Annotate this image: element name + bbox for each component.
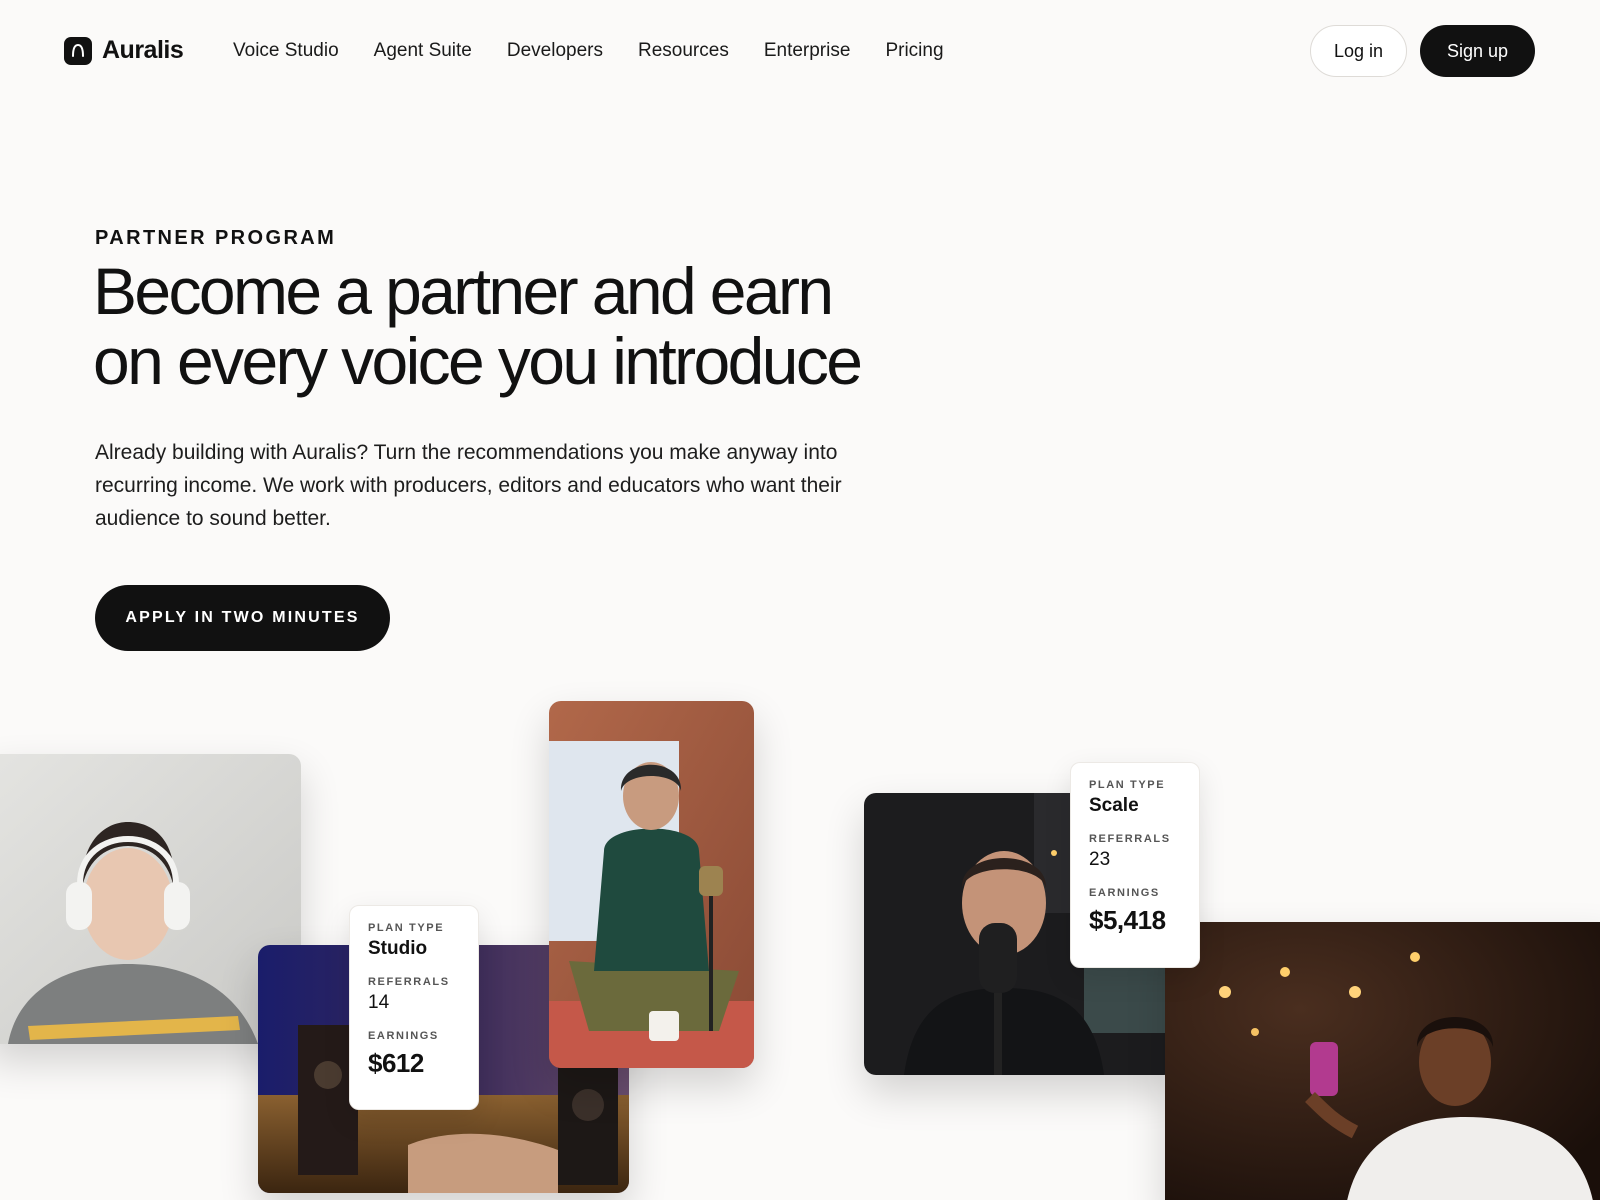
nav-link-voice-studio[interactable]: Voice Studio: [233, 40, 339, 62]
brand-name: Auralis: [102, 36, 184, 64]
plan-type-value: Scale: [1089, 795, 1139, 816]
apply-button[interactable]: APPLY IN TWO MINUTES: [95, 585, 390, 651]
nav-link-pricing[interactable]: Pricing: [885, 40, 943, 62]
login-button[interactable]: Log in: [1310, 25, 1407, 77]
nav-link-resources[interactable]: Resources: [638, 40, 729, 62]
hero-lead: Already building with Auralis? Turn the …: [95, 441, 842, 530]
nav-link-enterprise[interactable]: Enterprise: [764, 40, 851, 62]
plan-type-label: PLAN TYPE: [1089, 779, 1166, 791]
earnings-value: $612: [368, 1048, 424, 1078]
earnings-value: $5,418: [1089, 905, 1166, 935]
brand-logo-link[interactable]: Auralis: [64, 36, 184, 65]
stat-card-scale: PLAN TYPE Scale REFERRALS 23 EARNINGS $5…: [1070, 762, 1200, 968]
referrals-value: 23: [1089, 849, 1111, 870]
earnings-label: EARNINGS: [1089, 887, 1160, 899]
partner-program-page: Auralis Voice Studio Agent Suite Develop…: [0, 0, 1600, 1200]
photo-woman-headphones: [0, 754, 301, 1044]
plan-type-value: Studio: [368, 938, 428, 959]
signup-button[interactable]: Sign up: [1420, 25, 1535, 77]
hero-headline: Become a partner and earn on every voice…: [93, 256, 893, 396]
photo-woman-podcast: [549, 701, 754, 1068]
plan-type-label: PLAN TYPE: [368, 922, 445, 934]
headline-line-1: Become a partner and earn: [93, 254, 834, 328]
earnings-label: EARNINGS: [368, 1030, 439, 1042]
headline-line-2: on every voice you introduce: [93, 324, 863, 398]
main-nav: Voice Studio Agent Suite Developers Reso…: [233, 40, 944, 62]
referrals-value: 14: [368, 992, 390, 1013]
hero-eyebrow: PARTNER PROGRAM: [95, 227, 337, 249]
nav-link-agent-suite[interactable]: Agent Suite: [374, 40, 472, 62]
photo-woman-phone: [1165, 922, 1600, 1200]
top-nav: Auralis Voice Studio Agent Suite Develop…: [0, 0, 1600, 104]
nav-link-developers[interactable]: Developers: [507, 40, 603, 62]
auralis-logo-icon: [64, 36, 92, 65]
referrals-label: REFERRALS: [368, 976, 450, 988]
referrals-label: REFERRALS: [1089, 833, 1171, 845]
stat-card-studio: PLAN TYPE Studio REFERRALS 14 EARNINGS $…: [349, 905, 479, 1110]
